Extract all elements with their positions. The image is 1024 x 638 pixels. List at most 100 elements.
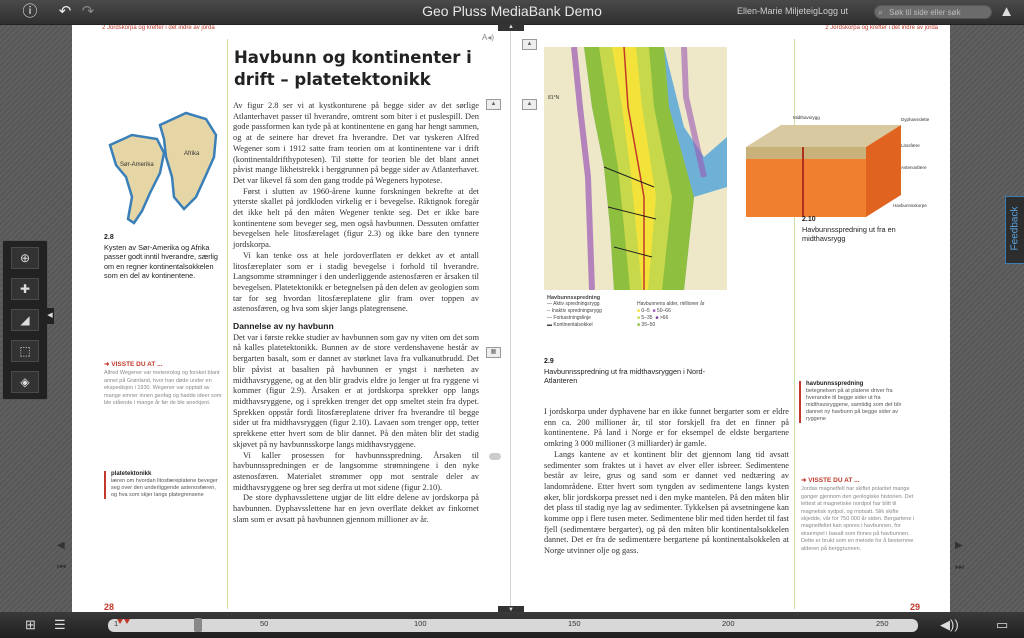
body-text: I jordskorpa under dyphavene har en ikke… xyxy=(544,407,789,557)
continent-map: Sør-Amerika Afrika xyxy=(108,111,218,225)
did-you-know-title: ➜ VISSTE DU AT ... xyxy=(801,477,860,484)
paragraph: I jordskorpa under dyphavene har en ikke… xyxy=(544,407,789,449)
page-timeline[interactable]: 1 50 100 150 200 250 xyxy=(108,618,918,632)
paragraph: Av figur 2.8 ser vi at kystkonturene på … xyxy=(233,101,479,185)
image-icon[interactable]: ▲ xyxy=(522,99,537,110)
volume-icon[interactable]: ◀)) xyxy=(940,617,959,633)
subheading: Dannelse av ny havbunn xyxy=(233,321,334,332)
paragraph: Vi kan tenke oss at hele jordoverflaten … xyxy=(233,250,479,314)
figure-caption-text: Kysten av Sør-Amerika og Afrika passer g… xyxy=(104,242,218,281)
logout-link[interactable]: Logg ut xyxy=(818,6,848,16)
figure-number: 2.10 xyxy=(802,216,816,223)
bookmark-marker[interactable] xyxy=(124,619,130,624)
glossary-box: platetektonikk læren om hvordan litosfær… xyxy=(104,471,223,499)
search-input[interactable]: ⌕ Søk til side eller søk xyxy=(874,5,992,19)
timeline-tick: 100 xyxy=(414,619,427,628)
glossary-box: havbunnsspredning betegnelsen på at plat… xyxy=(799,381,916,423)
map-label-south-america: Sør-Amerika xyxy=(120,162,154,168)
search-icon: ⌕ xyxy=(878,7,884,17)
timeline-handle[interactable] xyxy=(194,618,202,632)
map-legend: Havbunnsspredning — Aktiv spredningsrygg… xyxy=(547,295,737,329)
top-bar: ⓘ ↶ ↷ Geo Pluss MediaBank Demo Ellen-Mar… xyxy=(0,0,1024,25)
diagram-label: Litosfære xyxy=(901,143,920,148)
diagram-label: Havbunnsskorpe xyxy=(893,203,927,208)
next-page-icon[interactable]: ▶ xyxy=(955,540,963,551)
image-icon[interactable]: ▲ xyxy=(522,39,537,50)
glossary-term: havbunnsspredning xyxy=(806,381,864,387)
gallery-icon[interactable]: ▦ xyxy=(486,347,501,358)
diagram-label: Dyphavsslette xyxy=(901,117,930,122)
figure-caption-text: Havbunnsspredning ut fra midthavsryggen … xyxy=(544,366,706,386)
page-left: 2 Jordskorpa og krefter i det indre av j… xyxy=(72,25,511,612)
legend-item: ▬ Kontinentalsokkel xyxy=(547,322,593,328)
toggle-top-panel-button[interactable]: ▲ xyxy=(498,23,524,31)
figure-caption: 2.10 Havbunnsspredning ut fra en midthav… xyxy=(802,215,922,244)
page-right: 2 Jordskorpa og krefter i det indre av j… xyxy=(511,25,950,612)
figure-caption: 2.8 Kysten av Sør-Amerika og Afrika pass… xyxy=(104,233,224,281)
paragraph: Vi kaller prosessen for havbunnssprednin… xyxy=(233,450,479,492)
age-item: ■ 35–50 xyxy=(637,322,656,328)
ridge-diagram: Midthavsrygg Dyphavsslette Litosfære Ast… xyxy=(746,115,930,217)
user-name: Ellen-Marie Miljeteig xyxy=(736,6,818,16)
paragraph: De store dyphavsslettene utgjør de litt … xyxy=(233,493,479,524)
glossary-term: platetektonikk xyxy=(111,471,152,477)
map-label-africa: Afrika xyxy=(184,151,200,157)
glossary-text: læren om hvordan litosfæreplatene bevege… xyxy=(111,478,218,498)
add-note-icon[interactable]: ✚ xyxy=(11,278,39,300)
legend-item: — Aktiv spredningsrygg xyxy=(547,301,600,307)
layers-icon[interactable]: ◈ xyxy=(11,371,39,393)
timeline-tick: 50 xyxy=(260,619,269,628)
figure-number: 2.9 xyxy=(544,358,554,365)
figure-number: 2.8 xyxy=(104,234,114,241)
diagram-label: Midthavsrygg xyxy=(793,115,820,120)
body-text: Av figur 2.8 ser vi at kystkonturene på … xyxy=(233,101,479,525)
figure-caption: 2.9 Havbunnsspredning ut fra midthavsryg… xyxy=(544,357,724,386)
search-placeholder: Søk til side eller søk xyxy=(889,8,961,17)
image-icon[interactable]: ▲ xyxy=(486,99,501,110)
timeline-tick: 1 xyxy=(114,619,119,628)
select-icon[interactable]: ⬚ xyxy=(11,340,39,362)
right-margin xyxy=(950,25,1024,612)
last-page-icon[interactable]: ⏭ xyxy=(955,562,964,573)
divider xyxy=(227,39,228,609)
page-number: 29 xyxy=(909,602,920,612)
did-you-know-text: Alfred Wegener var meteorolog og forsket… xyxy=(104,370,222,407)
page-header: 2 Jordskorpa og krefter i det indre av j… xyxy=(825,25,938,31)
latitude-label: 81°N xyxy=(548,95,560,101)
thumbnails-icon[interactable]: ⊞ xyxy=(25,617,36,633)
timeline-tick: 150 xyxy=(568,619,581,628)
glossary-text: betegnelsen på at platene driver fra hve… xyxy=(806,388,902,422)
collapse-panel-icon[interactable]: ◀ xyxy=(46,308,54,324)
seafloor-spreading-map: 81°N xyxy=(544,47,727,290)
prev-page-icon[interactable]: ◀ xyxy=(57,540,65,551)
zoom-icon[interactable]: ⊕ xyxy=(11,247,39,269)
app-title: Geo Pluss MediaBank Demo xyxy=(422,3,602,19)
feedback-tab[interactable]: Feedback xyxy=(1005,196,1024,264)
fullscreen-icon[interactable]: ▭ xyxy=(996,617,1008,633)
page-number: 28 xyxy=(104,602,115,612)
page-title: Havbunn og kontinenter i drift – platete… xyxy=(234,48,472,89)
paragraph: Langs kantene av et kontinent blir det g… xyxy=(544,449,789,556)
highlight-icon[interactable]: ◢ xyxy=(11,309,39,331)
list-icon[interactable]: ☰ xyxy=(54,617,66,633)
paragraph: Først i slutten av 1960-årene kunne fors… xyxy=(233,186,479,250)
legend-item: -- Inaktiv spredningsrygg xyxy=(547,308,602,314)
age-item: ■ 0–5 ■ 50–66 xyxy=(637,308,671,314)
page-header: 2 Jordskorpa og krefter i det indre av j… xyxy=(102,25,215,31)
paragraph: Det var i første rekke studier av havbun… xyxy=(233,332,479,449)
timeline-tick: 250 xyxy=(876,619,889,628)
first-page-icon[interactable]: ⏮ xyxy=(57,562,66,573)
tree-icon[interactable]: ▲ xyxy=(999,3,1014,20)
diagram-label: Astenosfære xyxy=(901,165,927,170)
audio-icon[interactable]: A◂) xyxy=(482,33,494,42)
feedback-label: Feedback xyxy=(1009,206,1021,251)
legend-item: — Forkastningslinje xyxy=(547,315,591,321)
did-you-know-title: ➜ VISSTE DU AT ... xyxy=(104,361,163,368)
age-legend-title: Havbunnens alder, millioner år xyxy=(637,301,705,307)
toggle-switch[interactable] xyxy=(489,453,501,460)
tool-panel: ⊕ ✚ ◢ ⬚ ◈ xyxy=(2,240,48,400)
age-item: ■ 5–35 ■ >66 xyxy=(637,315,669,321)
bottom-bar: ⊞ ☰ 1 50 100 150 200 250 ◀)) ▭ xyxy=(0,612,1024,638)
did-you-know-text: Jordas magnetfelt har skiftet polaritet … xyxy=(801,486,915,552)
did-you-know-box: ➜ VISSTE DU AT ... Jordas magnetfelt har… xyxy=(801,477,917,553)
